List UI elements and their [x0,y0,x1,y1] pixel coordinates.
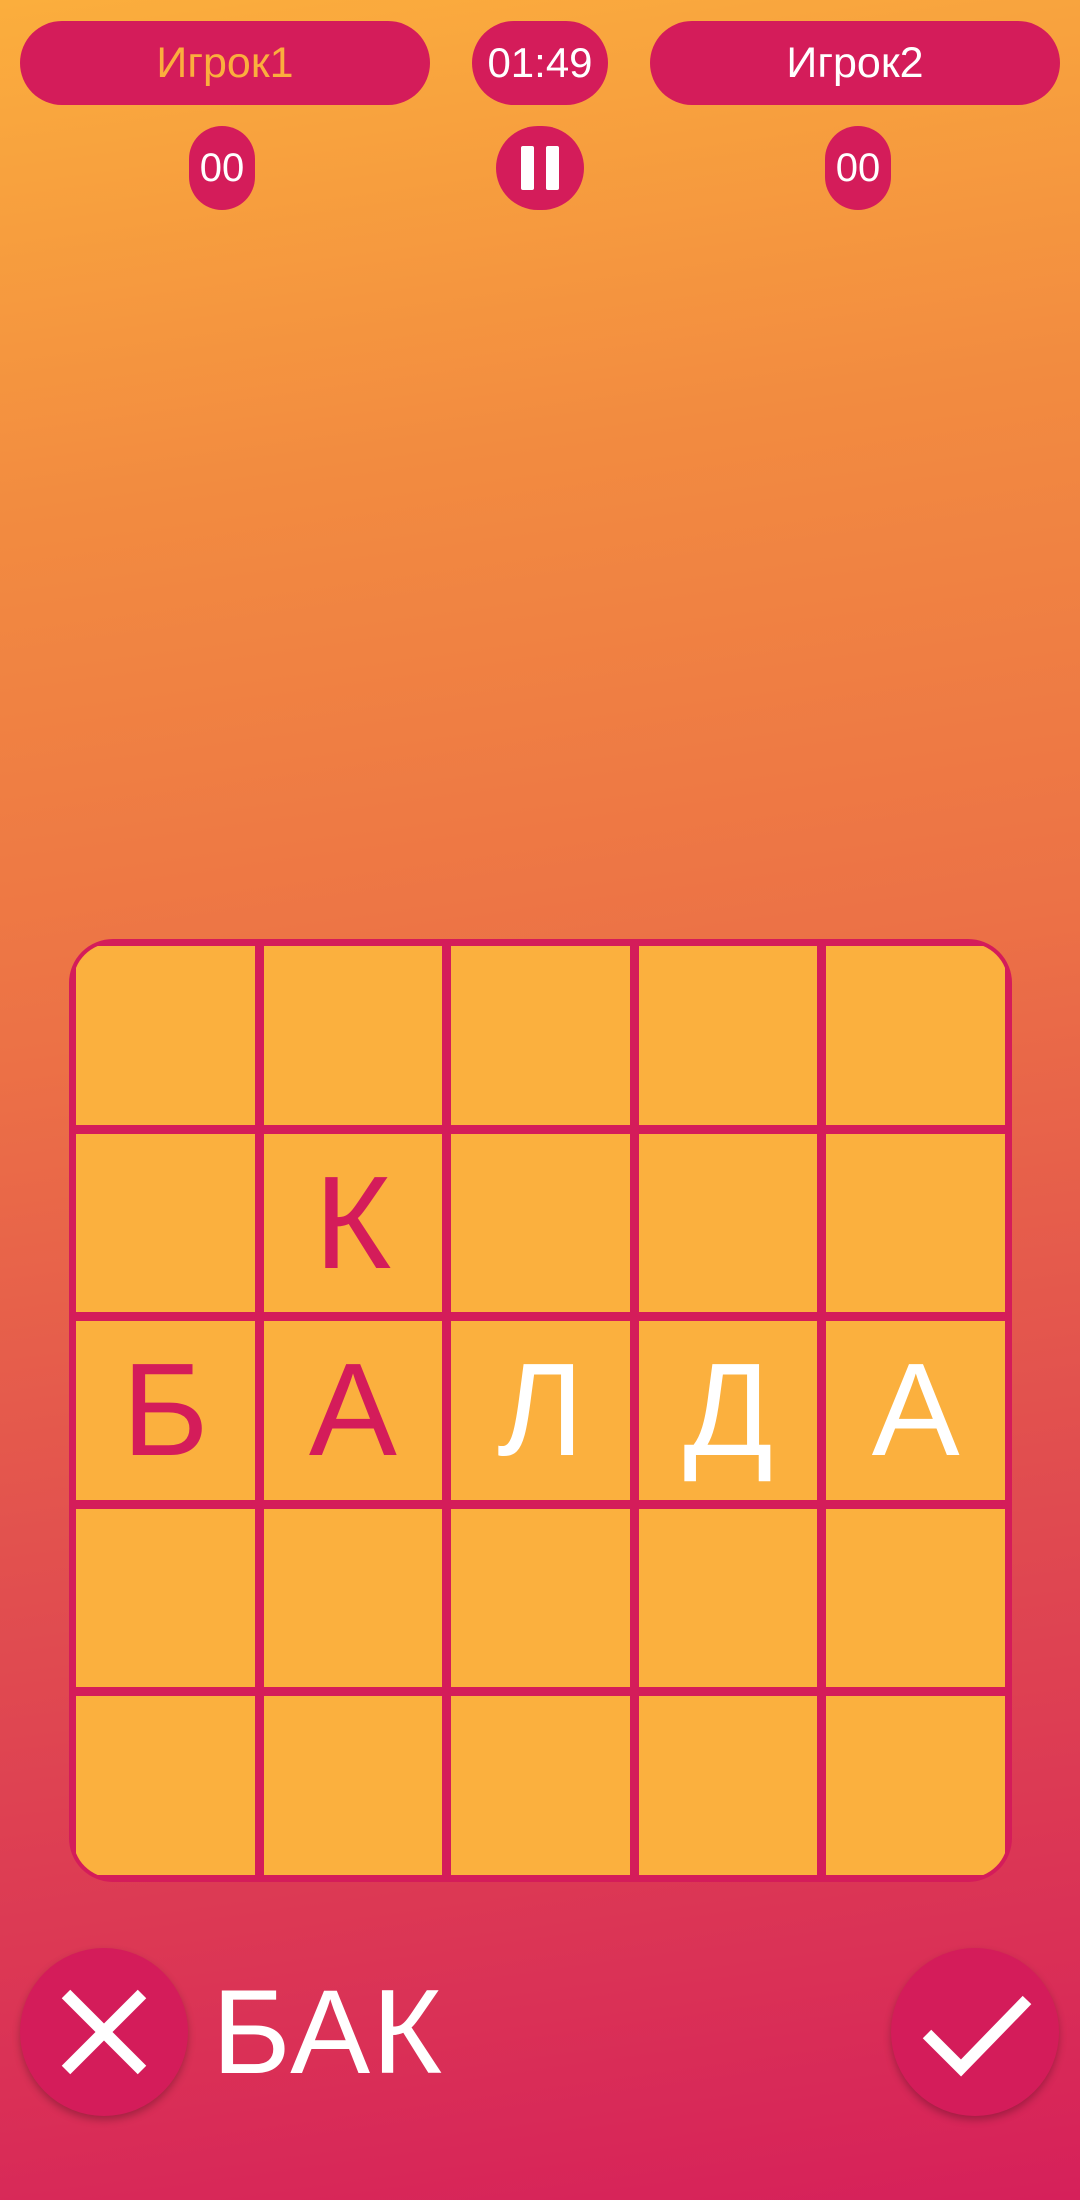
board-cell-r5-c1[interactable] [76,1696,255,1875]
board-cell-r1-c4[interactable] [638,946,818,1125]
board-cell-r3-c4[interactable]: Д [638,1321,818,1500]
player1-name: Игрок1 [20,21,430,105]
pause-icon [515,146,565,190]
player2-name: Игрок2 [650,21,1060,105]
cancel-button[interactable] [20,1948,188,2116]
game-board: КБАЛДА [69,939,1012,1882]
close-icon [61,1989,147,2075]
board-cell-r5-c3[interactable] [451,1696,630,1875]
board-cell-r5-c2[interactable] [263,1696,443,1875]
pause-button[interactable] [496,126,584,210]
check-icon [922,1995,1032,2077]
board-cell-r5-c4[interactable] [638,1696,818,1875]
board-cell-r1-c2[interactable] [263,946,443,1125]
board-cell-r5-c5[interactable] [826,1696,1005,1875]
current-word: БАК [212,1965,445,2099]
board-cell-r1-c5[interactable] [826,946,1005,1125]
board-cell-r4-c3[interactable] [451,1508,630,1688]
board-cell-r3-c5[interactable]: А [826,1321,1005,1500]
confirm-button[interactable] [891,1948,1059,2116]
board-cell-r2-c1[interactable] [76,1133,255,1313]
board-cell-r2-c3[interactable] [451,1133,630,1313]
board-cell-r3-c1[interactable]: Б [76,1321,255,1500]
board-cell-r2-c5[interactable] [826,1133,1005,1313]
board-cell-r1-c3[interactable] [451,946,630,1125]
board-cell-r4-c1[interactable] [76,1508,255,1688]
board-cell-r2-c4[interactable] [638,1133,818,1313]
board-cell-r4-c2[interactable] [263,1508,443,1688]
board-cell-r3-c2[interactable]: А [263,1321,443,1500]
board-cell-r4-c5[interactable] [826,1508,1005,1688]
board-cell-r1-c1[interactable] [76,946,255,1125]
player1-score: 00 [189,126,255,210]
board-cell-r2-c2[interactable]: К [263,1133,443,1313]
timer: 01:49 [472,21,608,105]
board-cell-r3-c3[interactable]: Л [451,1321,630,1500]
player2-score: 00 [825,126,891,210]
board-cell-r4-c4[interactable] [638,1508,818,1688]
